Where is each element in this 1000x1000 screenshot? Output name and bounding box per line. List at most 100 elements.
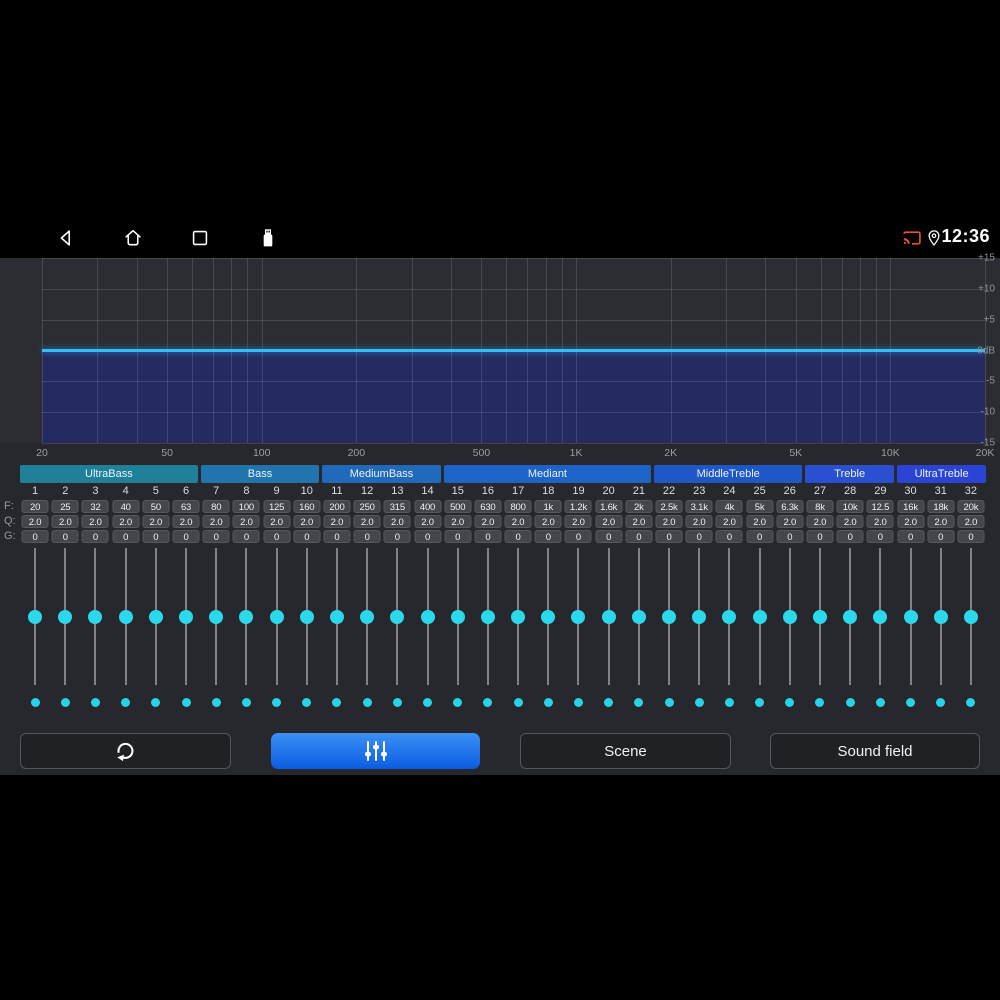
channel-21-g-value[interactable]: 0 xyxy=(625,530,653,543)
channel-2-g-value[interactable]: 0 xyxy=(51,530,79,543)
eq-slider-knob[interactable] xyxy=(782,610,797,624)
channel-7-f-value[interactable]: 80 xyxy=(202,500,230,513)
eq-slider-knob[interactable] xyxy=(511,610,526,624)
channel-5-f-value[interactable]: 50 xyxy=(142,500,170,513)
channel-6-q-value[interactable]: 2.0 xyxy=(172,515,200,528)
channel-20-q-value[interactable]: 2.0 xyxy=(595,515,623,528)
eq-slider-knob[interactable] xyxy=(58,610,73,624)
channel-31-f-value[interactable]: 18k xyxy=(927,500,955,513)
channel-23-q-value[interactable]: 2.0 xyxy=(685,515,713,528)
back-button[interactable] xyxy=(55,227,77,249)
channel-20-g-value[interactable]: 0 xyxy=(595,530,623,543)
eq-slider-knob[interactable] xyxy=(88,610,103,624)
channel-25-q-value[interactable]: 2.0 xyxy=(746,515,774,528)
channel-10-q-value[interactable]: 2.0 xyxy=(293,515,321,528)
channel-23-f-value[interactable]: 3.1k xyxy=(685,500,713,513)
channel-12-g-value[interactable]: 0 xyxy=(353,530,381,543)
eq-slider-knob[interactable] xyxy=(963,610,978,624)
channel-19-g-value[interactable]: 0 xyxy=(564,530,592,543)
channel-13-q-value[interactable]: 2.0 xyxy=(383,515,411,528)
channel-9-f-value[interactable]: 125 xyxy=(263,500,291,513)
eq-slider-knob[interactable] xyxy=(601,610,616,624)
eq-slider-knob[interactable] xyxy=(450,610,465,624)
eq-slider-knob[interactable] xyxy=(933,610,948,624)
channel-23-g-value[interactable]: 0 xyxy=(685,530,713,543)
channel-8-q-value[interactable]: 2.0 xyxy=(232,515,260,528)
usb-button[interactable] xyxy=(257,227,279,249)
channel-31-g-value[interactable]: 0 xyxy=(927,530,955,543)
channel-32-g-value[interactable]: 0 xyxy=(957,530,985,543)
home-button[interactable] xyxy=(122,227,144,249)
channel-32-f-value[interactable]: 20k xyxy=(957,500,985,513)
channel-9-q-value[interactable]: 2.0 xyxy=(263,515,291,528)
channel-22-f-value[interactable]: 2.5k xyxy=(655,500,683,513)
channel-21-f-value[interactable]: 2k xyxy=(625,500,653,513)
channel-20-f-value[interactable]: 1.6k xyxy=(595,500,623,513)
channel-29-f-value[interactable]: 12.5 xyxy=(866,500,894,513)
channel-15-f-value[interactable]: 500 xyxy=(444,500,472,513)
channel-3-g-value[interactable]: 0 xyxy=(81,530,109,543)
channel-7-q-value[interactable]: 2.0 xyxy=(202,515,230,528)
channel-30-q-value[interactable]: 2.0 xyxy=(897,515,925,528)
channel-16-q-value[interactable]: 2.0 xyxy=(474,515,502,528)
eq-slider-knob[interactable] xyxy=(148,610,163,624)
channel-5-g-value[interactable]: 0 xyxy=(142,530,170,543)
eq-slider-knob[interactable] xyxy=(360,610,375,624)
channel-2-q-value[interactable]: 2.0 xyxy=(51,515,79,528)
eq-slider-knob[interactable] xyxy=(903,610,918,624)
channel-13-g-value[interactable]: 0 xyxy=(383,530,411,543)
channel-18-f-value[interactable]: 1k xyxy=(534,500,562,513)
reset-button[interactable] xyxy=(20,733,231,769)
channel-4-f-value[interactable]: 40 xyxy=(112,500,140,513)
eq-slider-knob[interactable] xyxy=(299,610,314,624)
channel-8-f-value[interactable]: 100 xyxy=(232,500,260,513)
channel-30-f-value[interactable]: 16k xyxy=(897,500,925,513)
eq-slider-knob[interactable] xyxy=(209,610,224,624)
channel-11-f-value[interactable]: 200 xyxy=(323,500,351,513)
channel-15-q-value[interactable]: 2.0 xyxy=(444,515,472,528)
channel-1-q-value[interactable]: 2.0 xyxy=(21,515,49,528)
channel-9-g-value[interactable]: 0 xyxy=(263,530,291,543)
eq-slider-knob[interactable] xyxy=(722,610,737,624)
channel-15-g-value[interactable]: 0 xyxy=(444,530,472,543)
channel-26-f-value[interactable]: 6.3k xyxy=(776,500,804,513)
channel-13-f-value[interactable]: 315 xyxy=(383,500,411,513)
channel-24-g-value[interactable]: 0 xyxy=(715,530,743,543)
channel-18-g-value[interactable]: 0 xyxy=(534,530,562,543)
channel-17-q-value[interactable]: 2.0 xyxy=(504,515,532,528)
channel-29-g-value[interactable]: 0 xyxy=(866,530,894,543)
sound-field-button[interactable]: Sound field xyxy=(770,733,980,769)
channel-28-g-value[interactable]: 0 xyxy=(836,530,864,543)
equalizer-button[interactable] xyxy=(271,733,480,769)
channel-27-g-value[interactable]: 0 xyxy=(806,530,834,543)
channel-12-f-value[interactable]: 250 xyxy=(353,500,381,513)
channel-11-q-value[interactable]: 2.0 xyxy=(323,515,351,528)
eq-slider-knob[interactable] xyxy=(541,610,556,624)
eq-slider-knob[interactable] xyxy=(812,610,827,624)
channel-24-f-value[interactable]: 4k xyxy=(715,500,743,513)
channel-2-f-value[interactable]: 25 xyxy=(51,500,79,513)
eq-slider-knob[interactable] xyxy=(420,610,435,624)
channel-3-f-value[interactable]: 32 xyxy=(81,500,109,513)
channel-32-q-value[interactable]: 2.0 xyxy=(957,515,985,528)
channel-24-q-value[interactable]: 2.0 xyxy=(715,515,743,528)
eq-slider-knob[interactable] xyxy=(179,610,194,624)
channel-4-g-value[interactable]: 0 xyxy=(112,530,140,543)
eq-slider-knob[interactable] xyxy=(118,610,133,624)
channel-27-f-value[interactable]: 8k xyxy=(806,500,834,513)
eq-slider-knob[interactable] xyxy=(269,610,284,624)
eq-slider-knob[interactable] xyxy=(752,610,767,624)
channel-25-f-value[interactable]: 5k xyxy=(746,500,774,513)
channel-11-g-value[interactable]: 0 xyxy=(323,530,351,543)
eq-slider-knob[interactable] xyxy=(329,610,344,624)
channel-21-q-value[interactable]: 2.0 xyxy=(625,515,653,528)
channel-31-q-value[interactable]: 2.0 xyxy=(927,515,955,528)
eq-slider-knob[interactable] xyxy=(390,610,405,624)
channel-28-f-value[interactable]: 10k xyxy=(836,500,864,513)
eq-slider-knob[interactable] xyxy=(480,610,495,624)
channel-16-g-value[interactable]: 0 xyxy=(474,530,502,543)
channel-18-q-value[interactable]: 2.0 xyxy=(534,515,562,528)
channel-7-g-value[interactable]: 0 xyxy=(202,530,230,543)
channel-4-q-value[interactable]: 2.0 xyxy=(112,515,140,528)
channel-19-f-value[interactable]: 1.2k xyxy=(564,500,592,513)
